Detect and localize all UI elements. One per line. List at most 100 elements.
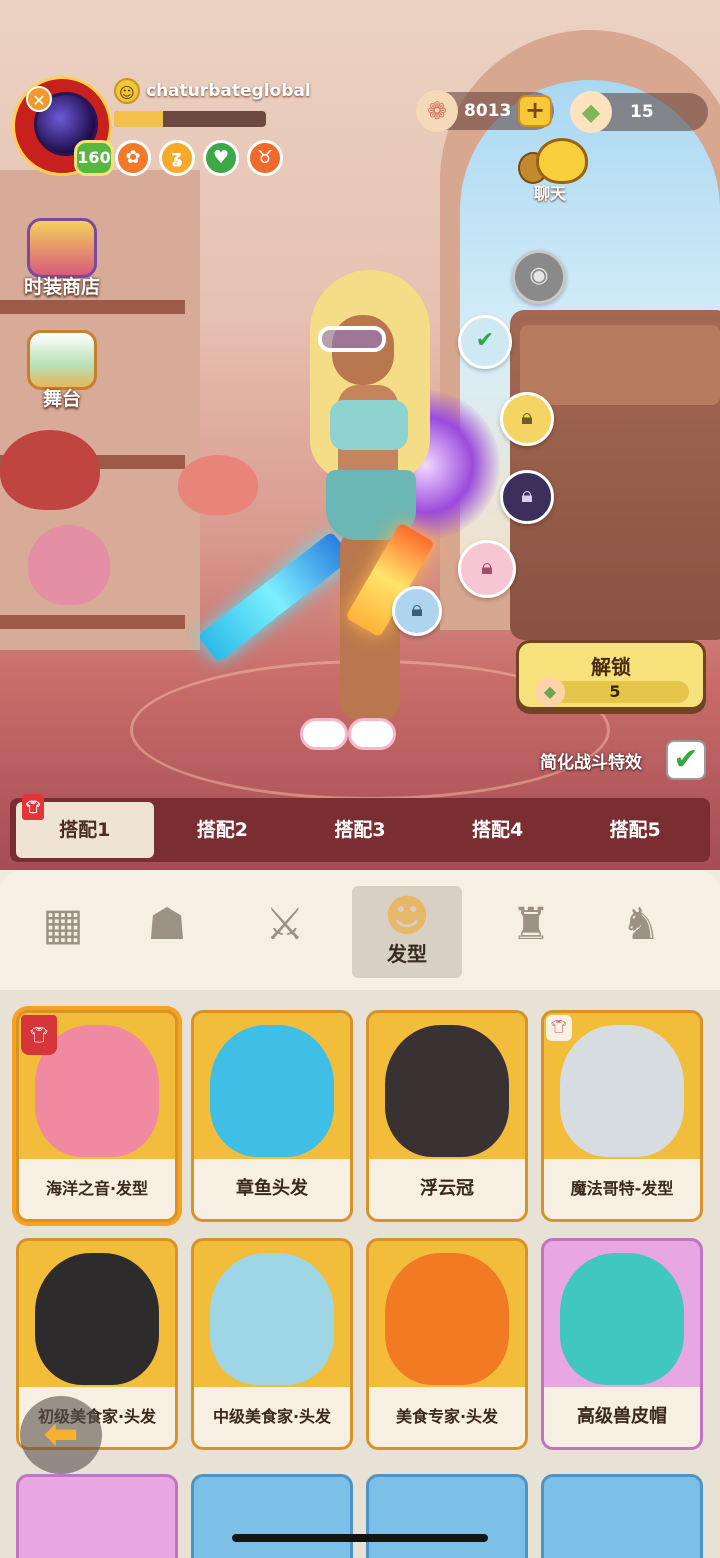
hair-item-icon: [385, 1253, 509, 1385]
category-face[interactable]: ☗: [122, 894, 212, 974]
shell-amount: 8013: [464, 101, 512, 121]
unlock-button[interactable]: 解锁 5 ◆: [516, 640, 706, 710]
simplify-effects-label: 简化战斗特效: [540, 753, 642, 773]
item-name: 魔法哥特-发型: [570, 1179, 674, 1198]
unlock-label: 解锁: [591, 655, 631, 679]
character-shoe: [300, 718, 348, 750]
player-info: ☺ chaturbateglobal: [114, 78, 311, 104]
shelf: [0, 615, 185, 629]
item-name: 浮云冠: [420, 1178, 474, 1199]
status-icons: ✿ ʓ ♥ ♉: [115, 140, 283, 176]
chat-face-icon: [536, 138, 588, 184]
check-icon[interactable]: ✔: [458, 315, 512, 369]
loadout-tab-4[interactable]: 搭配4: [429, 802, 567, 858]
back-arrow-icon[interactable]: ⬅: [20, 1396, 102, 1474]
pet-icon[interactable]: ♉: [247, 140, 283, 176]
eye-icon[interactable]: ◉: [512, 250, 566, 304]
hair-item-icon: [210, 1253, 334, 1385]
swords-icon: ✕: [26, 86, 52, 112]
chat-label: 聊天: [533, 184, 566, 203]
category-weapon[interactable]: ⚔: [240, 894, 330, 974]
loadout-tab-5[interactable]: 搭配5: [566, 802, 704, 858]
loadout-tab-3[interactable]: 搭配3: [291, 802, 429, 858]
lock-icon[interactable]: 🔒︎: [500, 470, 554, 524]
item-name: 中级美食家·头发: [212, 1407, 332, 1426]
simplify-effects-toggle[interactable]: 简化战斗特效 ✔: [540, 740, 710, 780]
stage-label: 舞台: [42, 388, 81, 410]
lock-icon[interactable]: 🔒︎: [392, 586, 442, 636]
item-row-partial: [16, 1474, 706, 1558]
stage-icon: [27, 330, 97, 390]
lock-icon[interactable]: 🔒︎: [500, 392, 554, 446]
stage-button[interactable]: 舞台: [12, 330, 112, 411]
home-indicator[interactable]: [232, 1534, 488, 1542]
item-card[interactable]: 海洋之音·发型 👕︎: [16, 1010, 178, 1222]
item-card[interactable]: 高级兽皮帽: [541, 1238, 703, 1450]
chat-button[interactable]: 聊天: [518, 138, 594, 208]
heart-icon[interactable]: ♥: [203, 140, 239, 176]
item-card[interactable]: 魔法哥特-发型 👕︎: [541, 1010, 703, 1222]
item-card[interactable]: [366, 1474, 528, 1558]
fashion-shop-label: 时装商店: [23, 276, 100, 298]
bread-prop: [0, 430, 100, 510]
category-tabs: ▦ ☗ ⚔ ☻ 发型 ♜ ♞: [0, 884, 720, 984]
item-grid-area: 海洋之音·发型👕︎章鱼头发浮云冠魔法哥特-发型👕︎初级美食家·头发中级美食家·头…: [0, 990, 720, 1558]
player-character[interactable]: [290, 270, 460, 770]
gem-icon: ◆: [535, 677, 565, 707]
category-hair[interactable]: ☻ 发型: [352, 886, 462, 978]
hair-item-icon: [385, 1025, 509, 1157]
item-name: 章鱼头发: [236, 1178, 308, 1199]
xp-bar: [114, 111, 266, 127]
face-mask-icon: ☗: [147, 899, 187, 950]
simplify-effects-checkbox[interactable]: ✔: [666, 740, 706, 780]
shelf: [0, 300, 185, 314]
fashion-shop-button[interactable]: 时装商店: [12, 218, 112, 299]
category-all[interactable]: ▦: [18, 894, 108, 974]
gem-currency: ◆ 15: [570, 91, 708, 133]
egg-prop: [28, 525, 110, 605]
shirt-badge-icon: 👕︎: [546, 1015, 572, 1041]
loadout-tab-1[interactable]: 搭配1 👕︎: [16, 794, 154, 858]
character-shoe: [348, 718, 396, 750]
outfit-icon: ♞: [621, 899, 661, 950]
player-name: chaturbateglobal: [146, 81, 311, 101]
shell-icon: ❁: [416, 90, 458, 132]
item-card[interactable]: 美食专家·头发: [366, 1238, 528, 1450]
shop-icon: [27, 218, 97, 278]
level-badge: 160: [74, 140, 114, 176]
hair-item-icon: [560, 1025, 684, 1157]
item-card[interactable]: [191, 1474, 353, 1558]
item-card[interactable]: [541, 1474, 703, 1558]
character-glasses: [318, 326, 386, 352]
emoji-face-icon: ☺: [114, 78, 140, 104]
shirt-badge-icon: 👕︎: [22, 794, 44, 820]
item-name: 高级兽皮帽: [577, 1406, 667, 1427]
shell-currency: ❁ 8013 +: [416, 90, 554, 132]
item-card[interactable]: 中级美食家·头发: [191, 1238, 353, 1450]
category-hat[interactable]: ♜: [486, 894, 576, 974]
xp-fill: [114, 111, 163, 127]
category-hair-label: 发型: [387, 942, 427, 966]
shirt-badge-icon: 👕︎: [21, 1015, 57, 1055]
hat-icon: ♜: [511, 899, 551, 950]
buff-icon[interactable]: ʓ: [159, 140, 195, 176]
item-name: 海洋之音·发型: [45, 1179, 149, 1198]
item-card[interactable]: 浮云冠: [366, 1010, 528, 1222]
hair-item-icon: [35, 1253, 159, 1385]
add-shells-button[interactable]: +: [518, 95, 552, 127]
skill-icon[interactable]: ✿: [115, 140, 151, 176]
weapon-icon: ⚔: [265, 899, 305, 950]
grid-icon: ▦: [42, 899, 84, 950]
lock-icon[interactable]: 🔒︎: [458, 540, 516, 598]
category-outfit[interactable]: ♞: [596, 894, 686, 974]
item-grid: 海洋之音·发型👕︎章鱼头发浮云冠魔法哥特-发型👕︎初级美食家·头发中级美食家·头…: [16, 1010, 706, 1450]
loadout-tab-2[interactable]: 搭配2: [154, 802, 292, 858]
hair-item-icon: [210, 1025, 334, 1157]
gem-amount: 15: [630, 102, 654, 122]
item-card[interactable]: 章鱼头发: [191, 1010, 353, 1222]
loadout-tabs: 搭配1 👕︎ 搭配2 搭配3 搭配4 搭配5: [10, 794, 710, 862]
treasure-chest-lid: [520, 325, 720, 405]
item-card[interactable]: [16, 1474, 178, 1558]
bread-prop: [178, 455, 258, 515]
item-name: 美食专家·头发: [395, 1407, 499, 1426]
